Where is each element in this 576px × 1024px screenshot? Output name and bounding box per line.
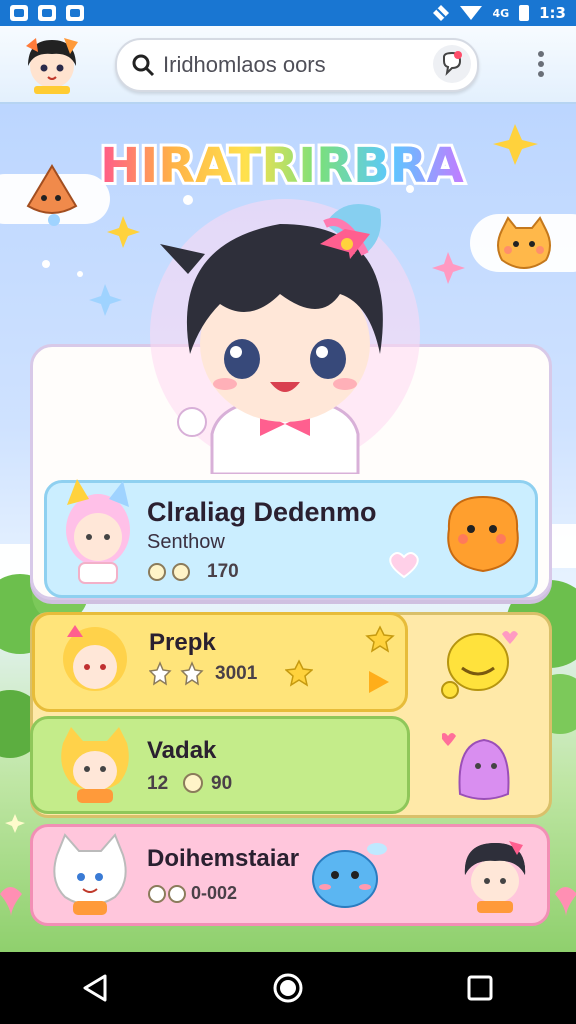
featured-character-card[interactable]: Clraliag Dedenmo Senthow 170 xyxy=(44,479,538,598)
system-nav-bar xyxy=(0,952,576,1024)
card-stat: 0-002 xyxy=(191,883,238,903)
recents-button[interactable] xyxy=(450,958,510,1018)
status-bar: 4G 1:3 xyxy=(0,0,576,26)
status-time: 1:3 xyxy=(539,4,566,22)
more-options-icon[interactable] xyxy=(538,51,544,77)
blue-creature-icon xyxy=(312,843,387,908)
gold-star-icon xyxy=(365,625,395,653)
chat-bubble-icon xyxy=(443,51,462,76)
flower-stat-icon xyxy=(183,773,203,793)
character-card-vadak[interactable]: Vadak 12 90 xyxy=(30,716,410,814)
card-title: Doihemstaiar xyxy=(147,845,300,872)
flower-stat-icon xyxy=(148,563,190,581)
card-title: Clraliag Dedenmo xyxy=(147,497,377,527)
search-icon xyxy=(132,54,155,77)
photos-notification-icon xyxy=(10,5,28,21)
orange-cat-creature-icon xyxy=(497,216,551,269)
game-screen: HIRATRIRBRA Clraliag Dedenmo Senthow 170… xyxy=(0,104,576,952)
card-stat-b: 90 xyxy=(211,773,233,794)
orange-creature-icon xyxy=(447,495,519,573)
signal-label: 4G xyxy=(492,6,510,20)
message-notification-icon xyxy=(66,5,84,21)
card-stat: 3001 xyxy=(215,663,258,684)
search-input[interactable]: Iridhomlaos oors xyxy=(163,52,326,78)
purple-ghost-creature-icon xyxy=(442,733,510,800)
search-bar[interactable]: Iridhomlaos oors xyxy=(115,38,479,92)
recents-square-icon xyxy=(467,975,493,1001)
profile-avatar[interactable] xyxy=(20,32,84,94)
yellow-blob-creature-icon xyxy=(441,631,518,699)
calendar-notification-icon xyxy=(38,5,56,21)
card-title: Vadak xyxy=(147,737,217,764)
character-card-prepk[interactable]: Prepk 3001 xyxy=(32,612,408,712)
card-character-portrait xyxy=(464,841,526,913)
heart-icon xyxy=(389,552,419,579)
chat-button[interactable] xyxy=(433,45,471,83)
home-circle-icon xyxy=(273,973,303,1003)
play-arrow-icon[interactable] xyxy=(367,669,391,695)
app-header: Iridhomlaos oors xyxy=(0,26,576,104)
card-character-portrait xyxy=(66,479,130,584)
battery-icon xyxy=(519,5,530,21)
gold-star-icon xyxy=(285,659,313,687)
back-triangle-icon xyxy=(83,974,107,1002)
home-button[interactable] xyxy=(258,958,318,1018)
card-stat: 170 xyxy=(207,561,239,582)
card-character-portrait xyxy=(53,833,127,915)
character-card-doihemstaiar[interactable]: Doihemstaiar 0-002 xyxy=(30,824,550,926)
card-title: Prepk xyxy=(149,629,216,656)
card-character-portrait xyxy=(61,727,129,803)
flower-stat-icon xyxy=(148,885,186,903)
back-button[interactable] xyxy=(66,958,126,1018)
star-rating-icon xyxy=(149,661,204,686)
card-character-portrait xyxy=(63,625,127,691)
wifi-icon xyxy=(460,6,483,20)
no-data-icon xyxy=(433,5,450,21)
card-subtitle: Senthow xyxy=(147,531,225,553)
mascot-character xyxy=(150,199,420,474)
card-stat-a: 12 xyxy=(147,773,169,794)
